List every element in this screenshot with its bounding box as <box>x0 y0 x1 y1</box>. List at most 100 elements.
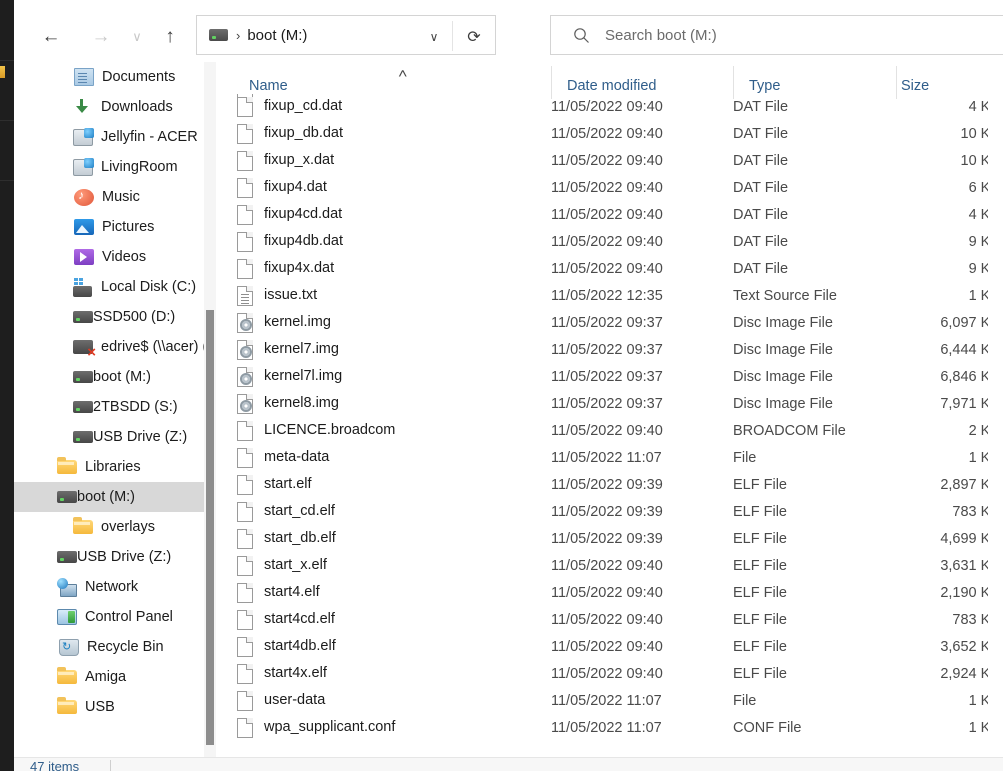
refresh-icon[interactable]: ⟳ <box>462 25 486 49</box>
forward-button[interactable]: → <box>85 20 117 52</box>
file-date-modified: 11/05/2022 09:37 <box>551 396 663 412</box>
table-row[interactable]: fixup4cd.dat 11/05/2022 09:40 DAT File 4 KB <box>218 202 1003 229</box>
sidebar-item-libraries[interactable]: Libraries <box>14 452 204 482</box>
file-icon <box>237 529 255 550</box>
music-icon <box>74 188 94 206</box>
file-type: DAT File <box>733 126 789 142</box>
sidebar-item-amiga[interactable]: Amiga <box>14 662 204 692</box>
table-row[interactable]: start_cd.elf 11/05/2022 09:39 ELF File 783 … <box>218 499 1003 526</box>
network-pc-icon <box>73 127 94 146</box>
table-row[interactable]: fixup_cd.dat 11/05/2022 09:40 DAT File 4 KB <box>218 94 1003 121</box>
breadcrumb-separator: › <box>236 27 241 43</box>
file-date-modified: 11/05/2022 09:40 <box>551 558 663 574</box>
file-name: fixup4.dat <box>264 179 327 195</box>
sidebar-item-ssd500-d[interactable]: SSD500 (D:) <box>14 302 204 332</box>
network-pc-icon <box>73 157 94 176</box>
table-row[interactable]: fixup_x.dat 11/05/2022 09:40 DAT File 10 KB <box>218 148 1003 175</box>
table-row[interactable]: start_db.elf 11/05/2022 09:39 ELF File 4,69… <box>218 526 1003 553</box>
table-row[interactable]: wpa_supplicant.conf 11/05/2022 11:07 CONF … <box>218 715 1003 742</box>
sidebar-item-label: Recycle Bin <box>87 639 164 655</box>
sidebar-item-livingroom[interactable]: LivingRoom <box>14 152 204 182</box>
column-header-size[interactable]: Size <box>901 78 929 94</box>
sidebar-item-music[interactable]: Music <box>14 182 204 212</box>
table-row[interactable]: kernel8.img 11/05/2022 09:37 Disc Image Fi… <box>218 391 1003 418</box>
table-row[interactable]: fixup4.dat 11/05/2022 09:40 DAT File 6 KB <box>218 175 1003 202</box>
table-row[interactable]: start4cd.elf 11/05/2022 09:40 ELF File 783 … <box>218 607 1003 634</box>
table-row[interactable]: fixup4x.dat 11/05/2022 09:40 DAT File 9 KB <box>218 256 1003 283</box>
file-rows[interactable]: fixup_cd.dat 11/05/2022 09:40 DAT File 4 KB… <box>218 94 1003 757</box>
search-box[interactable]: Search boot (M:) <box>550 15 1003 55</box>
table-row[interactable]: fixup4db.dat 11/05/2022 09:40 DAT File 9 KB <box>218 229 1003 256</box>
sidebar-scrollbar-thumb[interactable] <box>206 310 214 745</box>
chevron-down-icon[interactable]: ∨ <box>425 28 443 46</box>
file-size: 9 KB <box>968 261 1000 277</box>
file-name: user-data <box>264 692 326 708</box>
sidebar-item-overlays[interactable]: overlays <box>14 512 204 542</box>
sidebar-item-edrive-acer[interactable]: edrive$ (\\acer) ( <box>14 332 204 362</box>
folder-icon <box>57 667 77 684</box>
sidebar-item-label: Local Disk (C:) <box>101 279 197 295</box>
file-size: 10 KB <box>960 126 1001 142</box>
sidebar-item-control-panel[interactable]: Control Panel <box>14 602 204 632</box>
file-type: ELF File <box>733 504 787 520</box>
sidebar-item-usb[interactable]: USB <box>14 692 204 722</box>
column-header-name[interactable]: Name <box>249 78 288 94</box>
file-size: 3,631 KB <box>940 558 1000 574</box>
sidebar-item-documents[interactable]: Documents <box>14 62 204 92</box>
sidebar-item-recycle-bin[interactable]: Recycle Bin <box>14 632 204 662</box>
file-list-scrollbar[interactable] <box>988 62 1003 757</box>
file-type: ELF File <box>733 612 787 628</box>
file-date-modified: 11/05/2022 11:07 <box>551 693 662 709</box>
address-bar[interactable]: › boot (M:) ∨ ⟳ <box>196 15 496 55</box>
column-header-type[interactable]: Type <box>749 78 780 94</box>
table-row[interactable]: fixup_db.dat 11/05/2022 09:40 DAT File 10 K… <box>218 121 1003 148</box>
table-row[interactable]: start_x.elf 11/05/2022 09:40 ELF File 3,631… <box>218 553 1003 580</box>
videos-icon <box>74 249 94 265</box>
up-button[interactable]: ↑ <box>154 20 186 52</box>
file-name: kernel8.img <box>264 395 339 411</box>
file-type: ELF File <box>733 666 787 682</box>
file-date-modified: 11/05/2022 09:40 <box>551 99 663 115</box>
sidebar-item-usb-drive-z[interactable]: USB Drive (Z:) <box>14 422 204 452</box>
navigation-pane[interactable]: Documents Downloads Jellyfin - ACER LivingR… <box>14 62 204 757</box>
file-type: Disc Image File <box>733 396 833 412</box>
table-row[interactable]: kernel7l.img 11/05/2022 09:37 Disc Image F… <box>218 364 1003 391</box>
table-row[interactable]: start.elf 11/05/2022 09:39 ELF File 2,897 K… <box>218 472 1003 499</box>
sidebar-item-usb-drive-z[interactable]: USB Drive (Z:) <box>14 542 204 572</box>
back-button[interactable]: ← <box>35 20 67 52</box>
table-row[interactable]: issue.txt 11/05/2022 12:35 Text Source Fil… <box>218 283 1003 310</box>
file-size: 9 KB <box>968 234 1000 250</box>
file-size: 6,097 KB <box>940 315 1000 331</box>
table-row[interactable]: kernel7.img 11/05/2022 09:37 Disc Image Fi… <box>218 337 1003 364</box>
column-header-date-modified[interactable]: Date modified <box>567 78 656 94</box>
file-size: 2 KB <box>968 423 1000 439</box>
sidebar-item-jellyfin-acer[interactable]: Jellyfin - ACER <box>14 122 204 152</box>
drive-icon <box>73 401 93 413</box>
file-size: 7,971 KB <box>940 396 1000 412</box>
sidebar-item-label: boot (M:) <box>77 489 136 505</box>
table-row[interactable]: user-data 11/05/2022 11:07 File 1 KB <box>218 688 1003 715</box>
windows-drive-icon <box>73 277 93 297</box>
table-row[interactable]: start4db.elf 11/05/2022 09:40 ELF File 3,65… <box>218 634 1003 661</box>
sidebar-item-pictures[interactable]: Pictures <box>14 212 204 242</box>
drive-icon <box>73 311 93 323</box>
file-icon <box>237 124 255 145</box>
sidebar-item-network[interactable]: Network <box>14 572 204 602</box>
file-icon <box>237 232 255 253</box>
network-icon <box>57 578 77 597</box>
table-row[interactable]: start4.elf 11/05/2022 09:40 ELF File 2,190 … <box>218 580 1003 607</box>
breadcrumb-path[interactable]: boot (M:) <box>247 27 307 44</box>
recent-locations-button[interactable]: ∨ <box>121 20 153 52</box>
table-row[interactable]: meta-data 11/05/2022 11:07 File 1 KB <box>218 445 1003 472</box>
sidebar-item-downloads[interactable]: Downloads <box>14 92 204 122</box>
table-row[interactable]: kernel.img 11/05/2022 09:37 Disc Image Fil… <box>218 310 1003 337</box>
table-row[interactable]: LICENCE.broadcom 11/05/2022 09:40 BROADCOM… <box>218 418 1003 445</box>
sidebar-item-local-disk-c[interactable]: Local Disk (C:) <box>14 272 204 302</box>
item-count-label: 47 items <box>30 759 80 771</box>
table-row[interactable]: start4x.elf 11/05/2022 09:40 ELF File 2,924… <box>218 661 1003 688</box>
sidebar-scrollbar[interactable] <box>204 62 216 757</box>
sidebar-item-videos[interactable]: Videos <box>14 242 204 272</box>
sidebar-item-2tbsdd-s[interactable]: 2TBSDD (S:) <box>14 392 204 422</box>
sidebar-item-boot-m[interactable]: boot (M:) <box>14 362 204 392</box>
sidebar-item-boot-m[interactable]: boot (M:) <box>14 482 204 512</box>
